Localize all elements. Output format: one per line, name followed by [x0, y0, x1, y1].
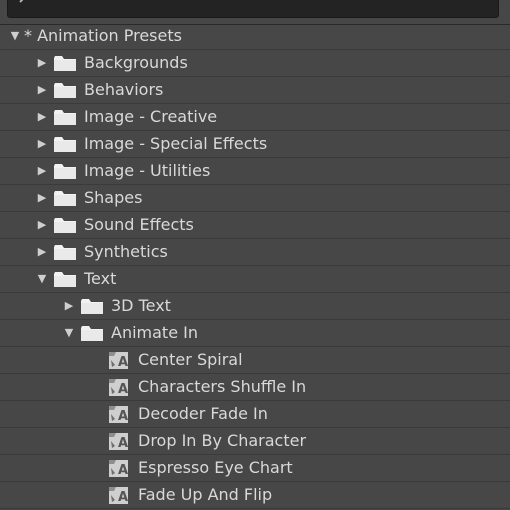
tree-preset-item-label: Espresso Eye Chart	[138, 458, 293, 477]
tree-preset-item[interactable]: A Characters Shuffle In	[0, 374, 510, 401]
search-bar	[0, 0, 510, 25]
tree-folder-text[interactable]: ▼ Text	[0, 266, 510, 293]
folder-icon	[81, 299, 103, 314]
tree-folder-text-label: Text	[84, 269, 117, 288]
triangle-right-icon[interactable]: ▶	[36, 84, 48, 96]
triangle-down-icon[interactable]: ▼	[36, 273, 48, 285]
tree-folder[interactable]: ▶ Image - Special Effects	[0, 131, 510, 158]
folder-icon	[54, 137, 76, 152]
folder-icon	[54, 56, 76, 71]
search-input[interactable]	[7, 0, 499, 18]
tree-folder[interactable]: ▶ Image - Utilities	[0, 158, 510, 185]
svg-text:A: A	[118, 409, 128, 423]
tree-folder[interactable]: ▶ Behaviors	[0, 77, 510, 104]
svg-text:A: A	[118, 436, 128, 450]
presets-tree: ▼ * Animation Presets ▶ Backgrounds ▶ Behavio…	[0, 23, 510, 509]
tree-preset-item[interactable]: A Espresso Eye Chart	[0, 455, 510, 482]
tree-root-animation-presets-label: * Animation Presets	[24, 26, 182, 45]
tree-folder[interactable]: ▶ Sound Effects	[0, 212, 510, 239]
tree-preset-item[interactable]: A Drop In By Character	[0, 428, 510, 455]
tree-folder-label: Shapes	[84, 188, 143, 207]
tree-folder[interactable]: ▶ Backgrounds	[0, 50, 510, 77]
triangle-right-icon[interactable]: ▶	[36, 111, 48, 123]
folder-icon	[54, 245, 76, 260]
svg-text:A: A	[118, 382, 128, 396]
triangle-right-icon[interactable]: ▶	[36, 246, 48, 258]
folder-icon	[54, 191, 76, 206]
tree-preset-item-label: Drop In By Character	[138, 431, 307, 450]
tree-folder-label: Backgrounds	[84, 53, 188, 72]
tree-folder-label: Sound Effects	[84, 215, 194, 234]
triangle-right-icon[interactable]: ▶	[36, 192, 48, 204]
tree-preset-item[interactable]: A Center Spiral	[0, 347, 510, 374]
tree-preset-item-label: Fade Up And Flip	[138, 485, 273, 504]
tree-folder-label: Animate In	[111, 323, 198, 342]
preset-icon: A	[109, 406, 128, 424]
triangle-right-icon[interactable]: ▶	[36, 219, 48, 231]
preset-icon: A	[109, 433, 128, 451]
tree-folder[interactable]: ▶ Image - Creative	[0, 104, 510, 131]
tree-preset-item-label: Decoder Fade In	[138, 404, 268, 423]
tree-preset-item-label: Characters Shuffle In	[138, 377, 307, 396]
tree-folder-label: Image - Special Effects	[84, 134, 268, 153]
folder-icon	[81, 326, 103, 341]
triangle-right-icon[interactable]: ▶	[36, 138, 48, 150]
tree-folder[interactable]: ▼ Animate In	[0, 320, 510, 347]
tree-folder-label: Synthetics	[84, 242, 168, 261]
preset-icon: A	[109, 487, 128, 505]
tree-preset-item[interactable]: A Decoder Fade In	[0, 401, 510, 428]
folder-icon	[54, 272, 76, 287]
triangle-right-icon[interactable]: ▶	[63, 300, 75, 312]
folder-icon	[54, 83, 76, 98]
triangle-down-icon[interactable]: ▼	[63, 327, 75, 339]
tree-folder[interactable]: ▶ Shapes	[0, 185, 510, 212]
tree-root-animation-presets[interactable]: ▼ * Animation Presets	[0, 23, 510, 50]
tree-folder[interactable]: ▶ 3D Text	[0, 293, 510, 320]
svg-text:A: A	[118, 355, 128, 369]
triangle-right-icon[interactable]: ▶	[36, 57, 48, 69]
tree-folder-label: Behaviors	[84, 80, 164, 99]
tree-folder-label: Image - Creative	[84, 107, 218, 126]
tree-preset-item-label: Center Spiral	[138, 350, 243, 369]
triangle-down-icon[interactable]: ▼	[9, 30, 21, 42]
preset-icon: A	[109, 352, 128, 370]
triangle-right-icon[interactable]: ▶	[36, 165, 48, 177]
tree-folder-label: Image - Utilities	[84, 161, 211, 180]
search-icon[interactable]	[18, 0, 46, 11]
svg-text:A: A	[118, 490, 128, 504]
tree-folder[interactable]: ▶ Synthetics	[0, 239, 510, 266]
folder-icon	[54, 164, 76, 179]
svg-text:A: A	[118, 463, 128, 477]
folder-icon	[54, 110, 76, 125]
folder-icon	[54, 218, 76, 233]
tree-preset-item[interactable]: A Fade Up And Flip	[0, 482, 510, 509]
preset-icon: A	[109, 460, 128, 478]
preset-icon: A	[109, 379, 128, 397]
tree-folder-label: 3D Text	[111, 296, 171, 315]
